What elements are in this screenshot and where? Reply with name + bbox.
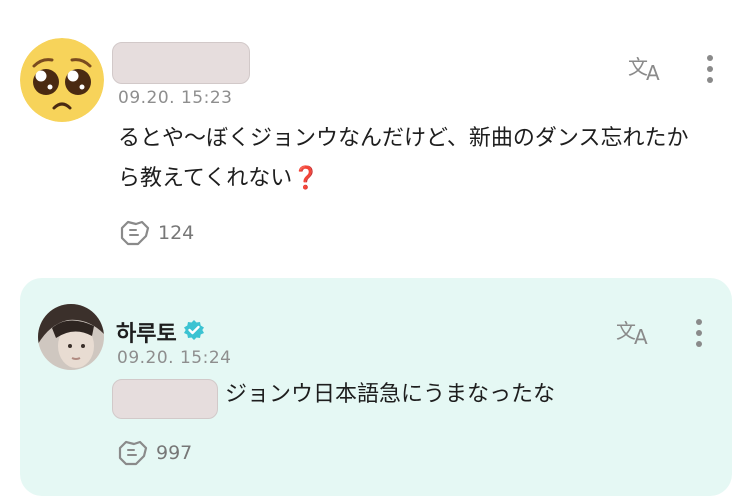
reply-card: 하루토 09.20. 15:24 文 A ジョンウ日本語急にうまなったな 997 bbox=[20, 278, 732, 496]
comment-timestamp: 09.20. 15:23 bbox=[118, 88, 233, 108]
svg-text:A: A bbox=[634, 325, 648, 348]
comment-message: るとや〜ぼくジョンウなんだけど、新曲のダンス忘れたから教えてくれない❓ bbox=[118, 126, 689, 191]
svg-text:文: 文 bbox=[616, 319, 636, 343]
heart-outline-icon bbox=[118, 440, 148, 466]
reply-message: ジョンウ日本語急にうまなったな bbox=[225, 382, 556, 407]
author-row: 하루토 bbox=[116, 316, 205, 348]
translate-icon[interactable]: 文 A bbox=[616, 316, 654, 352]
like-count: 997 bbox=[156, 442, 193, 464]
svg-text:文: 文 bbox=[628, 55, 648, 79]
verified-badge-icon bbox=[183, 319, 205, 345]
like-button[interactable]: 124 bbox=[118, 218, 194, 248]
svg-text:A: A bbox=[646, 61, 660, 84]
heart-outline-icon bbox=[120, 220, 150, 246]
author-name-redacted bbox=[112, 42, 250, 84]
like-count: 124 bbox=[158, 222, 195, 244]
author-name[interactable]: 하루토 bbox=[116, 316, 177, 348]
artist-avatar[interactable] bbox=[38, 304, 104, 370]
more-options-icon[interactable] bbox=[692, 318, 706, 352]
pleading-face-emoji-avatar[interactable] bbox=[20, 38, 104, 122]
mention-redacted bbox=[112, 379, 218, 419]
reply-timestamp: 09.20. 15:24 bbox=[117, 348, 232, 368]
like-button[interactable]: 997 bbox=[116, 438, 192, 468]
comment-item: 09.20. 15:23 文 A るとや〜ぼくジョンウなんだけど、新曲のダンス忘… bbox=[0, 0, 750, 270]
more-options-icon[interactable] bbox=[703, 54, 717, 88]
translate-icon[interactable]: 文 A bbox=[628, 52, 666, 88]
question-mark-emoji: ❓ bbox=[292, 166, 320, 191]
